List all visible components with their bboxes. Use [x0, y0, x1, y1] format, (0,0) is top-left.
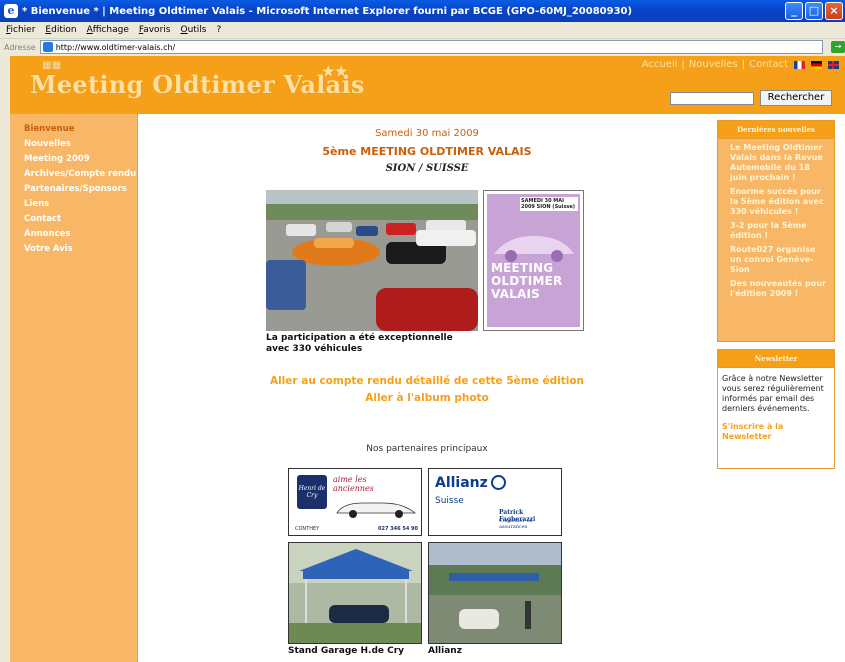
search-button[interactable]: Rechercher — [760, 90, 832, 106]
news-item-title[interactable]: Le Meeting Oldtimer Valais dans la Revue… — [730, 143, 828, 183]
go-button[interactable]: → — [831, 41, 845, 53]
sidebar-item-annonces[interactable]: Annonces — [24, 227, 137, 242]
photo-caption: La participation a été exceptionnelle av… — [266, 333, 486, 355]
caption-line-2: avec 330 véhicules — [266, 344, 363, 354]
search-input[interactable] — [670, 92, 754, 105]
caption-line-1: La participation a été exceptionnelle — [266, 333, 453, 343]
garage-logo: Henri de Cry — [297, 475, 327, 509]
vintage-car-illustration — [336, 502, 417, 518]
stand-caption-allianz: Allianz — [428, 646, 462, 656]
news-box-title: Dernières nouvelles — [718, 121, 834, 139]
checkered-flag-icon: ▦▦ — [42, 60, 62, 71]
menu-bar: Fichier Edition Affichage Favoris Outils… — [0, 22, 845, 39]
news-box: Dernières nouvelles Le Meeting Oldtimer … — [717, 120, 835, 342]
event-title: 5ème MEETING OLDTIMER VALAIS — [322, 145, 532, 158]
allianz-eagle-icon — [491, 475, 506, 490]
window-titlebar: e * Bienvenue * | Meeting Oldtimer Valai… — [0, 0, 845, 22]
nav-separator: | — [681, 59, 685, 70]
window-controls: _ □ × — [785, 2, 843, 20]
minimize-button[interactable]: _ — [785, 2, 803, 20]
sidebar-item-partenaires[interactable]: Partenaires/Sponsors — [24, 182, 137, 197]
newsletter-signup-link[interactable]: S'inscrire à la Newsletter — [718, 414, 834, 450]
news-item[interactable]: Le Meeting Oldtimer Valais dans la Revue… — [718, 139, 834, 183]
web-page: ▦▦ Meeting Oldtimer Valais ★★ Accueil | … — [10, 56, 845, 662]
right-column: Dernières nouvelles Le Meeting Oldtimer … — [717, 120, 835, 476]
sidebar-item-votre-avis[interactable]: Votre Avis — [24, 242, 137, 257]
stand-photo-allianz[interactable] — [428, 542, 562, 644]
garage-place: CONTHEY — [295, 526, 320, 532]
german-flag-icon[interactable] — [811, 60, 822, 69]
site-logo[interactable]: ▦▦ Meeting Oldtimer Valais ★★ — [30, 60, 365, 99]
poster-date: SAMEDI 30 MAI 2009 SION (Suisse) — [520, 197, 578, 211]
address-url[interactable]: http://www.oldtimer-valais.ch/ — [56, 43, 176, 52]
menu-item-affichage[interactable]: Affichage — [87, 25, 129, 35]
window-title: * Bienvenue * | Meeting Oldtimer Valais … — [22, 5, 633, 17]
poster-title: MEETING OLDTIMER VALAIS — [491, 261, 563, 301]
news-item-title[interactable]: 3-2 pour la 5ème édition ! — [730, 221, 828, 241]
sidebar-menu: Bienvenue Nouvelles Meeting 2009 Archive… — [10, 114, 137, 257]
stand-tent-photo — [289, 543, 421, 643]
menu-item-fichier[interactable]: Fichier — [6, 25, 35, 35]
allianz-logo-text: Allianz — [435, 475, 488, 491]
stars-icon: ★★ — [322, 64, 348, 80]
news-item[interactable]: Enorme succès pour la 5ème édition avec … — [718, 183, 834, 217]
poster-artwork: SAMEDI 30 MAI 2009 SION (Suisse) MEETING… — [487, 194, 580, 327]
garage-slogan: aime les anciennes — [333, 475, 374, 493]
news-item[interactable]: 3-2 pour la 5ème édition ! — [718, 217, 834, 241]
newsletter-box-title: Newsletter — [718, 350, 834, 368]
sidebar-item-archives[interactable]: Archives/Compte rendu — [24, 167, 137, 182]
newsletter-text: Grâce à notre Newsletter vous serez régu… — [722, 374, 824, 413]
sidebar-item-contact[interactable]: Contact — [24, 212, 137, 227]
nav-contact[interactable]: Contact — [749, 59, 788, 70]
car-park-photo — [266, 190, 478, 331]
address-field[interactable]: http://www.oldtimer-valais.ch/ — [39, 40, 824, 54]
sidebar: Bienvenue Nouvelles Meeting 2009 Archive… — [10, 114, 138, 662]
allianz-stand-photo — [429, 543, 561, 643]
event-poster[interactable]: SAMEDI 30 MAI 2009 SION (Suisse) MEETING… — [483, 190, 584, 331]
menu-item-outils[interactable]: Outils — [180, 25, 206, 35]
top-nav: Accueil | Nouvelles | Contact — [642, 59, 839, 70]
sidebar-item-bienvenue[interactable]: Bienvenue — [24, 122, 137, 137]
site-header: ▦▦ Meeting Oldtimer Valais ★★ Accueil | … — [10, 56, 845, 114]
partner-allianz[interactable]: Allianz Suisse Patrick Fagherazzi Consei… — [428, 468, 562, 536]
event-place: SION / SUISSE — [385, 163, 469, 174]
sidebar-item-liens[interactable]: Liens — [24, 197, 137, 212]
ie-logo-icon: e — [4, 4, 18, 18]
stand-photo-garage[interactable] — [288, 542, 422, 644]
report-link[interactable]: Aller au compte rendu détaillé de cette … — [138, 375, 716, 387]
menu-item-help[interactable]: ? — [217, 25, 222, 35]
allianz-role: Conseiller en assurances — [499, 518, 533, 530]
page-icon — [42, 42, 53, 52]
menu-item-edition[interactable]: Edition — [45, 25, 76, 35]
nav-nouvelles[interactable]: Nouvelles — [689, 59, 738, 70]
sidebar-item-nouvelles[interactable]: Nouvelles — [24, 137, 137, 152]
allianz-subtitle: Suisse — [435, 496, 464, 506]
logo-text: Meeting Oldtimer Valais — [30, 70, 365, 99]
partner-garage-hdecry[interactable]: Henri de Cry aime les anciennes CONTHEY … — [288, 468, 422, 536]
english-flag-icon[interactable] — [828, 60, 839, 69]
news-item[interactable]: Des nouveautés pour l'édition 2009 ! — [718, 275, 834, 299]
news-item[interactable]: Route027 organise un convoi Genève-Sion — [718, 241, 834, 275]
album-link[interactable]: Aller à l'album photo — [138, 392, 716, 404]
garage-phone: 027 346 54 90 — [377, 526, 418, 532]
event-date: Samedi 30 mai 2009 — [375, 128, 479, 139]
partners-heading: Nos partenaires principaux — [366, 444, 488, 454]
stand-caption-garage: Stand Garage H.de Cry — [288, 646, 405, 656]
news-item-title[interactable]: Enorme succès pour la 5ème édition avec … — [730, 187, 828, 217]
close-button[interactable]: × — [825, 2, 843, 20]
nav-accueil[interactable]: Accueil — [642, 59, 678, 70]
maximize-button[interactable]: □ — [805, 2, 823, 20]
newsletter-box: Newsletter Grâce à notre Newsletter vous… — [717, 349, 835, 469]
sidebar-item-meeting-2009[interactable]: Meeting 2009 — [24, 152, 137, 167]
nav-separator: | — [741, 59, 746, 70]
event-photo[interactable] — [266, 190, 478, 331]
menu-item-favoris[interactable]: Favoris — [139, 25, 171, 35]
main-content: Samedi 30 mai 2009 5ème MEETING OLDTIMER… — [138, 114, 716, 662]
address-bar: Adresse http://www.oldtimer-valais.ch/ → — [0, 39, 845, 55]
address-label: Adresse — [4, 42, 36, 52]
french-flag-icon[interactable] — [794, 60, 805, 69]
news-item-title[interactable]: Des nouveautés pour l'édition 2009 ! — [730, 279, 828, 299]
news-item-title[interactable]: Route027 organise un convoi Genève-Sion — [730, 245, 828, 275]
